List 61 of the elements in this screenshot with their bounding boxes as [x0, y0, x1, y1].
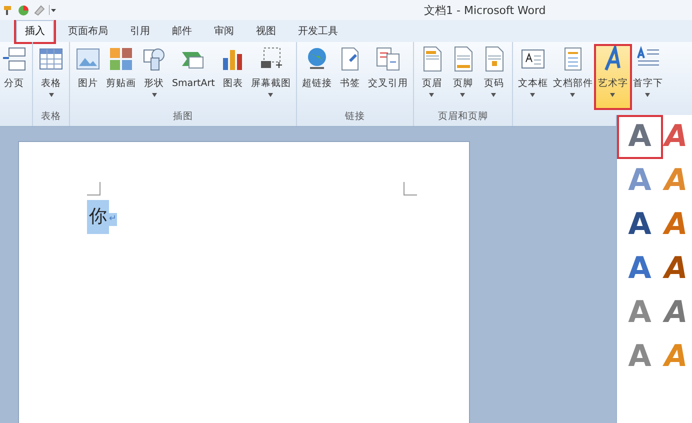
ribbon-button[interactable]: 首字下: [630, 46, 665, 108]
ribbon-tab[interactable]: 邮件: [164, 20, 200, 42]
ribbon-button[interactable]: 图表: [218, 46, 248, 108]
caret-icon: [460, 93, 466, 97]
ribbon-button[interactable]: 页码: [478, 46, 509, 108]
ribbon-tab[interactable]: 插入: [16, 20, 54, 42]
caret-icon: [491, 93, 496, 97]
shapes-icon: [141, 46, 167, 72]
group-label: 页眉和页脚: [438, 110, 488, 124]
page-break-icon: [1, 46, 27, 72]
ribbon-button[interactable]: 艺术字: [596, 46, 630, 108]
cross-reference-icon: [374, 46, 401, 72]
ribbon-button[interactable]: 页脚: [448, 46, 478, 108]
format-painter-icon[interactable]: [2, 4, 14, 16]
group-label: 表格: [41, 110, 61, 124]
image-icon: [75, 46, 101, 72]
caret-icon: [152, 93, 156, 97]
ribbon-button[interactable]: 屏幕截图: [248, 46, 293, 108]
ribbon-button[interactable]: 交叉引用: [366, 46, 410, 108]
color-wheel-icon[interactable]: [18, 4, 29, 16]
ribbon-button[interactable]: 形状: [139, 46, 169, 108]
ribbon-button[interactable]: 剪贴画: [104, 46, 138, 108]
caret-icon: [645, 93, 650, 97]
document-text: 你: [87, 200, 109, 234]
caret-icon: [268, 93, 274, 97]
ribbon-button[interactable]: 超链接: [300, 46, 334, 108]
eraser-icon[interactable]: [33, 4, 45, 16]
wordart-style[interactable]: A: [664, 117, 692, 157]
wordart-style[interactable]: A: [664, 249, 692, 289]
group-label: 链接: [344, 110, 365, 124]
ribbon-tab[interactable]: 审阅: [206, 20, 242, 42]
ribbon-button[interactable]: 表格: [36, 46, 66, 108]
ribbon-button[interactable]: 页眉: [416, 46, 447, 108]
wordart-style[interactable]: A: [664, 205, 692, 245]
group-label: 插图: [172, 110, 193, 124]
ribbon-button[interactable]: SmartArt: [170, 46, 217, 108]
caret-icon: [570, 93, 576, 97]
ribbon-tab[interactable]: 开发工具: [290, 20, 346, 42]
clip-art-icon: [108, 46, 134, 72]
margin-corner-icon: [87, 182, 101, 196]
ribbon-tab[interactable]: 页面布局: [60, 20, 116, 42]
ribbon-tab[interactable]: 视图: [248, 20, 284, 42]
ribbon-button[interactable]: 图片: [73, 46, 103, 108]
caret-icon: [48, 93, 54, 97]
caret-icon: [610, 93, 616, 97]
wordart-style[interactable]: A: [619, 117, 660, 157]
table-icon: [38, 46, 64, 72]
ribbon-button[interactable]: 文档部件: [550, 46, 595, 108]
wordart-style[interactable]: A: [619, 249, 660, 289]
wordart-style[interactable]: A: [664, 293, 692, 333]
ribbon-tab[interactable]: 引用: [122, 20, 158, 42]
margin-corner-icon: [403, 182, 417, 196]
wordart-style[interactable]: A: [619, 205, 660, 245]
paragraph-mark: ↵: [109, 212, 117, 226]
ribbon-button[interactable]: 分页: [0, 46, 29, 108]
ribbon-button[interactable]: 文本框: [516, 46, 550, 108]
caret-icon: [530, 93, 536, 97]
caret-icon: [429, 93, 434, 97]
window-title: 文档1 - Microsoft Word: [424, 3, 546, 19]
ribbon-button[interactable]: 书签: [334, 46, 365, 108]
customize-toolbar-icon[interactable]: [49, 5, 56, 15]
